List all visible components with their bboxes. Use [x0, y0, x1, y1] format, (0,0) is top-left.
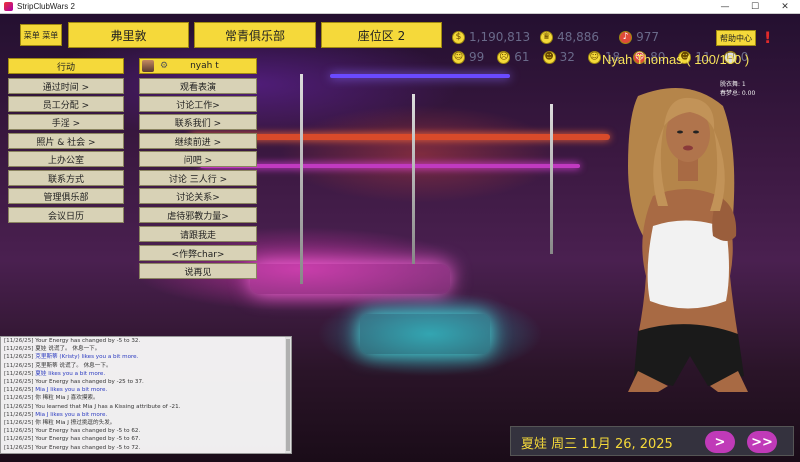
neon-bar — [200, 164, 580, 168]
interact-discuss-work[interactable]: 讨论工作> — [139, 96, 257, 112]
reputation-value: 48,886 — [557, 30, 600, 44]
mood-value: 61 — [514, 50, 530, 64]
log-line: [11/26/25] 克里斯蒂 说谎了。 休息一下。 — [4, 362, 112, 369]
resource-stats: $1,190,813 ♛ 48,886 ♪ 977 — [452, 30, 669, 44]
interact-ask[interactable]: 问吧 > — [139, 151, 257, 167]
menu-button[interactable]: 菜单 菜单 — [20, 24, 62, 46]
message-log[interactable]: [11/26/25] Your Energy has changed by -5… — [0, 336, 292, 454]
tab-city[interactable]: 弗里敦 — [68, 22, 189, 48]
grimace-face-icon: ☺ — [587, 50, 601, 64]
log-line: [11/26/25] Your Energy has changed by -5… — [4, 338, 141, 344]
log-scroll-thumb[interactable] — [286, 339, 290, 451]
log-line: [11/26/25] 夏娃 说谎了。 休息一下。 — [4, 346, 101, 353]
dance-pole — [412, 94, 415, 264]
help-center-button[interactable]: 帮助中心 — [716, 30, 756, 46]
tab-club[interactable]: 常青俱乐部 — [194, 22, 316, 48]
avatar — [142, 60, 154, 72]
gear-icon[interactable]: ⚙ — [160, 61, 168, 71]
actions-header: 行动 — [8, 58, 124, 74]
action-meeting-calendar[interactable]: 会议日历 — [8, 207, 124, 223]
bell-icon: ♪ — [619, 30, 633, 44]
mood-value: 99 — [469, 50, 485, 64]
interact-cult-power[interactable]: 虐待邪教力量> — [139, 207, 257, 223]
dance-pole — [550, 104, 553, 254]
log-line: [11/26/25] 夏娃 likes you a bit more. — [4, 370, 106, 377]
log-line: [11/26/25] 你 稀粒 Mia J 喜欢摸索。 — [4, 395, 99, 402]
alert-icon[interactable]: ! — [764, 28, 771, 47]
trophy-icon: ♛ — [540, 30, 554, 44]
log-line: [11/26/25] Your Energy has changed by -5… — [4, 428, 141, 435]
mood-value: 32 — [559, 50, 575, 64]
interact-discuss-relationship[interactable]: 讨论关系> — [139, 188, 257, 204]
stage-glow — [250, 264, 450, 294]
current-date: 夏娃 周三 11月 26, 2025 — [521, 437, 673, 452]
mood-stat: ☺ 99 — [452, 50, 484, 64]
money-stat: $1,190,813 — [452, 30, 530, 44]
tab-seating-area[interactable]: 座位区 2 — [321, 22, 442, 48]
interact-follow-me[interactable]: 请跟我走 — [139, 226, 257, 242]
window-titlebar: StripClubWars 2 — ☐ ✕ — [0, 0, 800, 14]
notoriety-value: 977 — [636, 30, 659, 44]
log-scrollbar[interactable] — [285, 337, 291, 453]
close-button[interactable]: ✕ — [770, 0, 800, 14]
log-line: [11/26/25] You learned that Mia J has a … — [4, 403, 181, 410]
reputation-stat: ♛ 48,886 — [540, 30, 599, 44]
interact-move-on[interactable]: 继续前进 > — [139, 133, 257, 149]
action-contacts[interactable]: 联系方式 — [8, 170, 124, 186]
log-line: [11/26/25] Mia J likes you a bit more. — [4, 387, 108, 394]
window-title: StripClubWars 2 — [17, 2, 75, 11]
shocked-face-icon: ☻ — [542, 50, 556, 64]
interact-watch-show[interactable]: 观看表演 — [139, 78, 257, 94]
character-name: Nyah Thomas ( 100/100 ) — [602, 52, 750, 67]
action-staff-assignment[interactable]: 员工分配 > — [8, 96, 124, 112]
target-name: nyah t — [190, 61, 219, 71]
money-bag-icon: $ — [452, 30, 465, 44]
notoriety-stat: ♪ 977 — [619, 30, 659, 44]
character-portrait[interactable] — [598, 86, 778, 392]
mood-stat: ☹ 61 — [497, 50, 530, 64]
money-value: 1,190,813 — [469, 30, 531, 44]
advance-time-button[interactable]: > — [705, 431, 735, 453]
interact-contact-us[interactable]: 联系我们 > — [139, 114, 257, 130]
dance-pole — [300, 74, 303, 284]
date-bar: 夏娃 周三 11月 26, 2025 > >> — [510, 426, 794, 456]
interact-cheat-char[interactable]: <作弊char> — [139, 245, 257, 261]
bar-glow — [360, 314, 490, 354]
app-icon — [4, 2, 13, 11]
interact-goodbye[interactable]: 说再见 — [139, 263, 257, 279]
action-go-office[interactable]: 上办公室 — [8, 151, 124, 167]
happy-face-icon: ☺ — [452, 50, 465, 64]
log-line: [11/26/25] 你 稀粒 Mia J 撩过挑逗的头发。 — [4, 420, 116, 427]
action-manage-club[interactable]: 管理俱乐部 — [8, 188, 124, 204]
log-line: [11/26/25] Mia J likes you a bit more. — [4, 411, 108, 418]
maximize-button[interactable]: ☐ — [740, 0, 770, 14]
action-solo[interactable]: 手淫 > — [8, 114, 124, 130]
fast-advance-button[interactable]: >> — [747, 431, 777, 453]
log-line: [11/26/25] Your Energy has changed by -2… — [4, 379, 144, 386]
interact-discuss-threesome[interactable]: 讨论 三人行 > — [139, 170, 257, 186]
mood-stat: ☻ 32 — [542, 50, 575, 64]
action-pass-time[interactable]: 通过时间 > — [8, 78, 124, 94]
target-header[interactable]: ⚙ nyah t — [139, 58, 257, 74]
neon-bar — [330, 74, 510, 78]
log-line: [11/26/25] Your Energy has changed by -5… — [4, 444, 141, 451]
top-bar: 菜单 菜单 弗里敦 常青俱乐部 座位区 2 $1,190,813 ♛ 48,886… — [0, 14, 800, 64]
action-photos-social[interactable]: 照片 & 社会 > — [8, 133, 124, 149]
dizzy-face-icon: ☹ — [497, 50, 511, 64]
log-line: [11/26/25] Your Energy has changed by -5… — [4, 436, 141, 443]
log-line: [11/26/25] 克里斯蒂 (Kristy) likes you a bit… — [4, 354, 139, 361]
minimize-button[interactable]: — — [710, 0, 740, 14]
